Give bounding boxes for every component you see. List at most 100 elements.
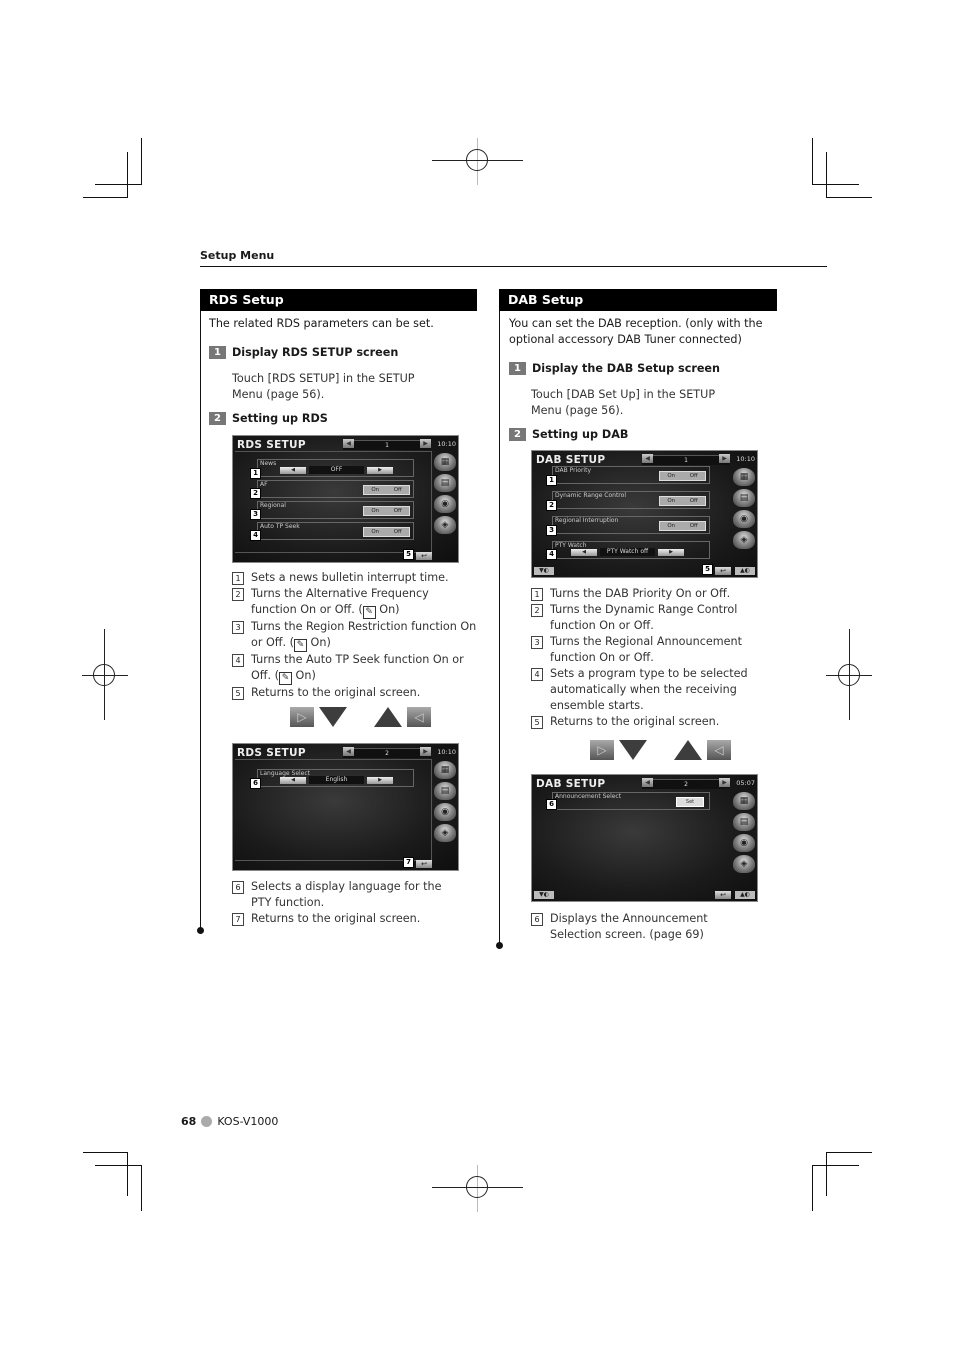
speaker-icon[interactable]: ◉ <box>733 834 755 852</box>
setting-auto-tp-seek: Auto TP Seek On Off <box>257 522 414 540</box>
next-page-icon: ▷ <box>290 707 314 727</box>
step-title: Setting up RDS <box>232 412 328 425</box>
callout-badge: 1 <box>546 475 557 486</box>
next-page-button[interactable]: ▶ <box>719 778 730 787</box>
crop-mark <box>812 1165 813 1211</box>
prev-page-button[interactable]: ◀ <box>642 454 653 463</box>
news-selector: ◀ OFF ▶ <box>280 466 393 474</box>
step-number: 1 <box>209 346 226 359</box>
rds-step-1: 1 Display RDS SETUP screen <box>209 346 398 359</box>
source-icon[interactable]: ▤ <box>434 782 456 800</box>
return-button[interactable]: ↩ <box>715 567 731 575</box>
bullet-icon <box>201 1116 213 1127</box>
note-item: 2 Turns the Alternative Frequency functio… <box>232 586 477 619</box>
menu-icon[interactable]: ▦ <box>733 468 755 486</box>
increase-button[interactable]: ▶ <box>658 548 684 556</box>
model-name: KOS-V1000 <box>217 1115 279 1128</box>
page-scroll-indicator: ▷ ◁ <box>590 740 731 760</box>
clock: 10:10 <box>437 440 456 448</box>
next-page-button[interactable]: ▶ <box>420 439 431 448</box>
pty-watch-selector: ◀ PTY Watch off ▶ <box>571 548 684 556</box>
setup-icon[interactable]: ◈ <box>733 855 755 873</box>
callout-badge: 4 <box>250 530 261 541</box>
note-item: 7 Returns to the original screen. <box>232 911 462 927</box>
volume-down-button[interactable]: ▼◐ <box>534 567 554 575</box>
volume-down-button[interactable]: ▼◐ <box>534 891 554 899</box>
regional-interruption-toggle[interactable]: On Off <box>659 521 706 531</box>
note-item: 3 Turns the Regional Announcement functio… <box>531 634 779 666</box>
arrow-up-icon <box>374 707 402 727</box>
dab-intro: You can set the DAB reception. (only wit… <box>509 317 763 346</box>
return-button[interactable]: ↩ <box>416 860 432 868</box>
crop-mark <box>127 152 128 198</box>
decrease-button[interactable]: ◀ <box>280 466 306 474</box>
arrow-up-icon <box>674 740 702 760</box>
menu-icon[interactable]: ▦ <box>434 453 456 471</box>
setup-icon[interactable]: ◈ <box>434 516 456 534</box>
header-rule <box>200 266 827 267</box>
decrease-button[interactable]: ◀ <box>280 776 306 784</box>
auto-tp-seek-toggle[interactable]: On Off <box>363 527 410 537</box>
note-item: 1 Sets a news bulletin interrupt time. <box>232 570 477 586</box>
arrow-down-icon <box>319 707 347 727</box>
setup-icon[interactable]: ◈ <box>434 824 456 842</box>
speaker-icon[interactable]: ◉ <box>733 510 755 528</box>
speaker-icon[interactable]: ◉ <box>434 803 456 821</box>
regional-toggle[interactable]: On Off <box>363 506 410 516</box>
source-icon[interactable]: ▤ <box>733 489 755 507</box>
return-button[interactable]: ↩ <box>416 552 432 560</box>
prev-page-button[interactable]: ◀ <box>642 778 653 787</box>
rds-step-1-body: Touch [RDS SETUP] in the SETUP Menu (pag… <box>232 372 415 401</box>
crop-mark <box>826 1152 872 1153</box>
increase-button[interactable]: ▶ <box>367 466 393 474</box>
increase-button[interactable]: ▶ <box>367 776 393 784</box>
note-item: 6 Selects a display language for the PTY … <box>232 879 462 911</box>
speaker-icon[interactable]: ◉ <box>434 495 456 513</box>
prev-page-button[interactable]: ◀ <box>343 439 354 448</box>
source-icon[interactable]: ▤ <box>434 474 456 492</box>
dab-priority-toggle[interactable]: On Off <box>659 471 706 481</box>
menu-icon[interactable]: ▦ <box>733 792 755 810</box>
crop-mark <box>812 1165 859 1166</box>
prev-page-button[interactable]: ◀ <box>343 747 354 756</box>
return-button[interactable]: ↩ <box>715 891 731 899</box>
clock: 10:10 <box>736 455 755 463</box>
setting-dab-priority: DAB Priority On Off <box>552 466 710 484</box>
af-toggle[interactable]: On Off <box>363 485 410 495</box>
column-rule <box>499 290 500 945</box>
menu-icon[interactable]: ▦ <box>434 761 456 779</box>
note-item: 4 Sets a program type to be selected auto… <box>531 666 779 714</box>
next-page-button[interactable]: ▶ <box>420 747 431 756</box>
setting-af: AF On Off <box>257 480 414 498</box>
setup-icon[interactable]: ◈ <box>733 531 755 549</box>
volume-up-button[interactable]: ▲◐ <box>735 891 755 899</box>
clock: 10:10 <box>437 748 456 756</box>
crop-mark <box>95 184 142 185</box>
step-title: Display the DAB Setup screen <box>532 362 720 375</box>
side-menu: ▦ ▤ ◉ ◈ <box>434 453 456 537</box>
volume-up-button[interactable]: ▲◐ <box>735 567 755 575</box>
dab-step-1-body: Touch [DAB Set Up] in the SETUP Menu (pa… <box>531 388 716 417</box>
column-end-dot <box>496 942 503 949</box>
dab-step-1: 1 Display the DAB Setup screen <box>509 362 720 375</box>
callout-badge: 6 <box>250 778 261 789</box>
crop-mark <box>826 197 872 198</box>
side-menu: ▦ ▤ ◉ ◈ <box>434 761 456 845</box>
crop-mark <box>826 1152 827 1196</box>
language-selector: ◀ English ▶ <box>280 776 393 784</box>
language-value: English <box>309 776 364 784</box>
decrease-button[interactable]: ◀ <box>571 548 597 556</box>
setting-regional: Regional On Off <box>257 501 414 519</box>
source-icon[interactable]: ▤ <box>733 813 755 831</box>
screen-title: DAB SETUP <box>536 778 606 790</box>
dab-notes-2: 6 Displays the Announcement Selection scr… <box>531 911 761 943</box>
prev-page-icon: ◁ <box>407 707 431 727</box>
next-page-button[interactable]: ▶ <box>719 454 730 463</box>
registration-mark <box>838 664 860 686</box>
pty-watch-value: PTY Watch off <box>600 548 655 556</box>
page-indicator: 1 <box>642 455 730 465</box>
drc-toggle[interactable]: On Off <box>659 496 706 506</box>
step-title: Display RDS SETUP screen <box>232 346 399 359</box>
page-footer: 68 KOS-V1000 <box>181 1115 278 1128</box>
set-button[interactable]: Set <box>676 797 704 807</box>
